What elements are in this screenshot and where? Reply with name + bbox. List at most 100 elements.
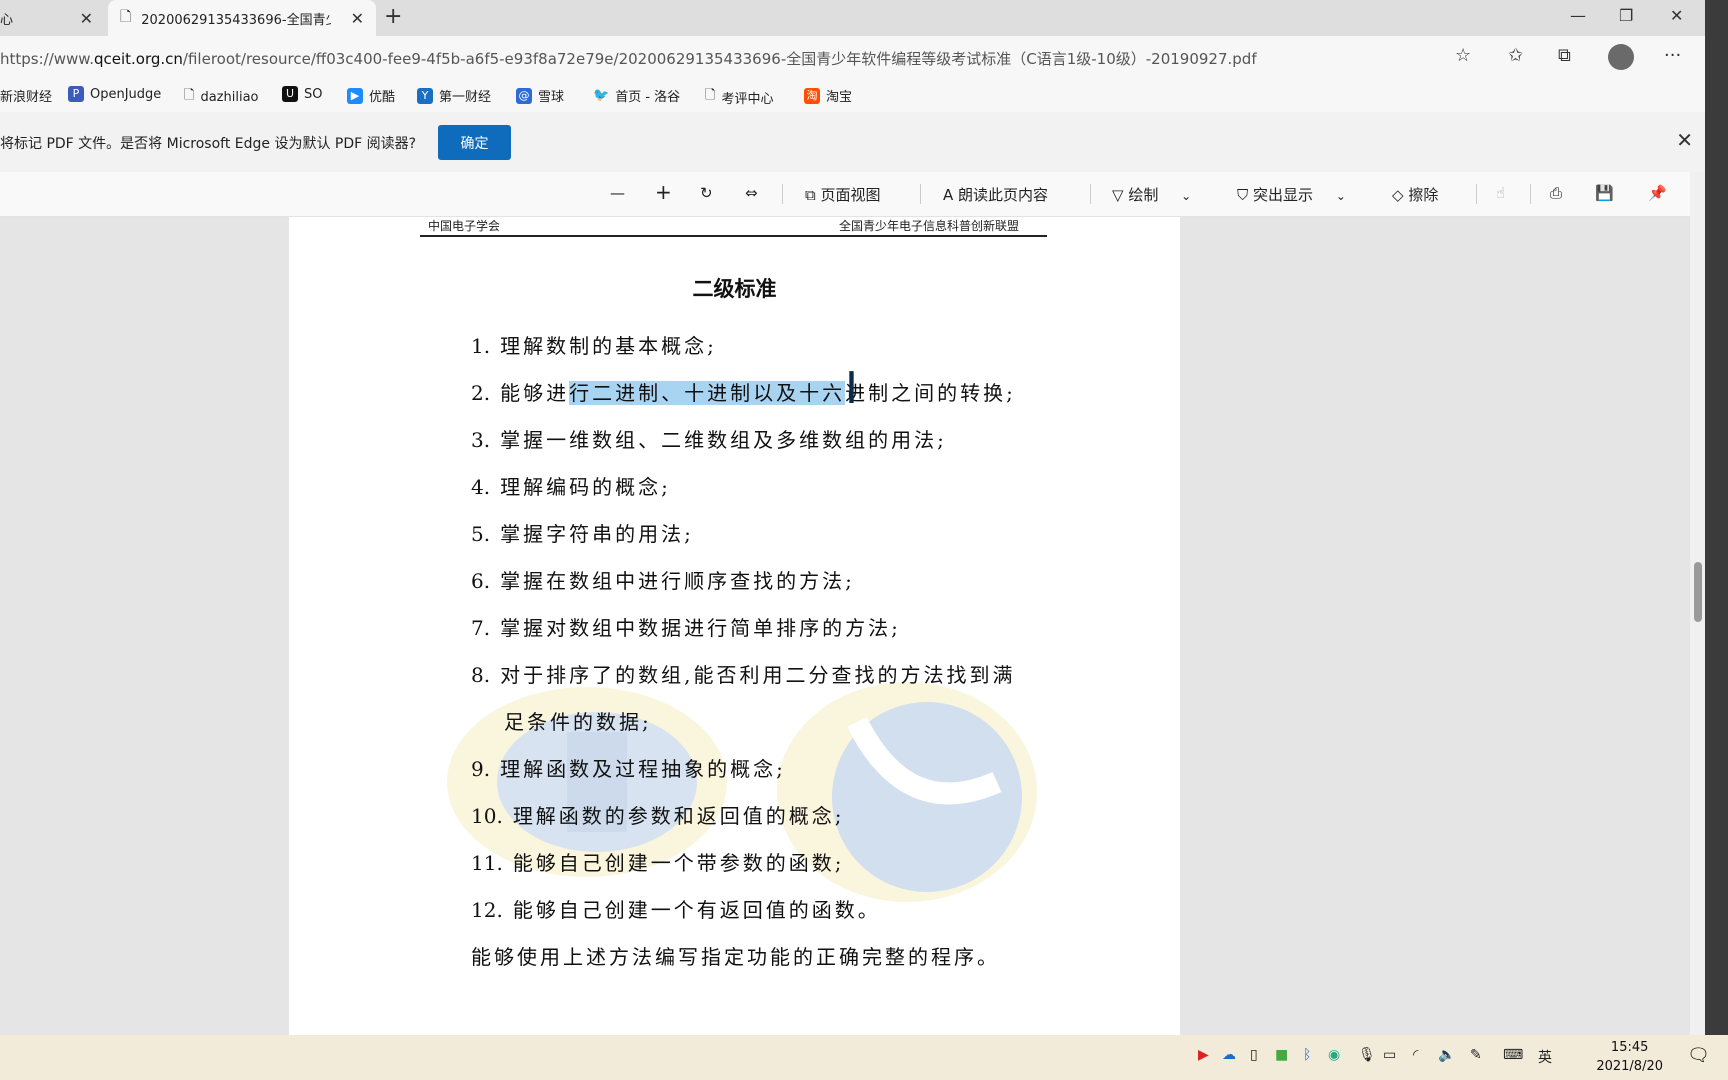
openjudge-icon: P: [68, 86, 84, 102]
so-icon: U: [282, 86, 298, 102]
window-close-button[interactable]: ✕: [1670, 6, 1683, 25]
taskbar: ▶ ☁ ▯ ■ ᛒ ◉ 🎙 ▭ ◜ 🔈 ✎ ⌨ 英 15:45 2021/8/2…: [0, 1035, 1728, 1080]
clock-time: 15:45: [1610, 1040, 1649, 1055]
confirm-button[interactable]: 确定: [438, 125, 511, 160]
fit-width-icon[interactable]: ⇔: [745, 184, 758, 202]
print-icon[interactable]: ⎙: [1550, 184, 1562, 202]
keyboard-icon[interactable]: ⌨: [1503, 1047, 1523, 1063]
wifi-icon[interactable]: ◜: [1413, 1047, 1418, 1063]
youku-icon: ▶: [347, 87, 363, 104]
draw-icon: ▽: [1112, 186, 1124, 204]
list-item: 3. 掌握一维数组、二维数组及多维数组的用法;: [471, 428, 947, 452]
app-icon[interactable]: ▶: [1198, 1047, 1209, 1063]
favorite-item[interactable]: 新浪财经: [0, 86, 52, 105]
new-tab-button[interactable]: +: [384, 4, 402, 29]
eraser-icon: ◇: [1392, 186, 1404, 204]
nvidia-icon[interactable]: ■: [1275, 1047, 1288, 1063]
more-icon[interactable]: ···: [1664, 45, 1681, 66]
volume-icon[interactable]: 🔈: [1438, 1047, 1455, 1063]
pen-icon[interactable]: ✎: [1470, 1047, 1482, 1063]
collections-icon[interactable]: ⧉: [1558, 45, 1571, 66]
ime-indicator[interactable]: 英: [1538, 1047, 1552, 1067]
favorite-item[interactable]: P OpenJudge: [68, 86, 161, 102]
xueqiu-icon: @: [516, 87, 532, 104]
read-aloud-button[interactable]: A 朗读此页内容: [943, 184, 1048, 205]
list-item: 12. 能够自己创建一个有返回值的函数。: [471, 898, 881, 922]
profile-avatar[interactable]: [1608, 44, 1634, 70]
highlight-button[interactable]: ⛉ 突出显示 ⌄: [1237, 184, 1346, 205]
list-item-continuation: 足条件的数据;: [504, 710, 652, 734]
read-aloud-icon: A: [943, 186, 954, 204]
list-item: 10. 理解函数的参数和返回值的概念;: [471, 804, 845, 828]
app-icon[interactable]: ☁: [1222, 1047, 1236, 1063]
close-icon[interactable]: ✕: [1676, 128, 1693, 152]
save-icon[interactable]: 💾: [1595, 184, 1614, 202]
rotate-icon[interactable]: ↻: [700, 184, 713, 202]
vertical-scrollbar[interactable]: [1690, 172, 1705, 1035]
pin-icon[interactable]: 📌: [1648, 184, 1667, 202]
taobao-icon: 淘: [804, 87, 820, 104]
page-view-icon: ⧉: [805, 186, 816, 204]
battery-icon[interactable]: ▭: [1383, 1047, 1396, 1063]
list-item: 2. 能够进行二进制、十进制以及十六进制之间的转换;: [471, 381, 1016, 405]
address-bar[interactable]: https://www.qceit.org.cn/fileroot/resour…: [0, 36, 1705, 78]
page-title: 二级标准: [692, 276, 777, 301]
chevron-down-icon[interactable]: ⌄: [1336, 189, 1346, 203]
page-view-button[interactable]: ⧉ 页面视图: [805, 184, 881, 205]
close-icon[interactable]: ✕: [351, 9, 364, 28]
draw-button[interactable]: ▽ 绘制 ⌄: [1112, 184, 1191, 205]
tab-active[interactable]: 🗋 20200629135433696-全国青少年 ✕: [108, 0, 376, 36]
tab-title: 心: [0, 12, 14, 28]
yicai-icon: Y: [417, 87, 433, 104]
url-text[interactable]: https://www.qceit.org.cn/fileroot/resour…: [0, 48, 1257, 69]
favorite-item[interactable]: 🐦 首页 - 洛谷: [593, 86, 680, 105]
usb-icon[interactable]: ▯: [1250, 1047, 1258, 1063]
list-item: 4. 理解编码的概念;: [471, 475, 671, 499]
document-icon: 🗋: [184, 88, 195, 103]
favorites-icon[interactable]: ✩: [1508, 45, 1523, 66]
microphone-icon[interactable]: 🎙: [1358, 1047, 1376, 1063]
favorite-item[interactable]: 淘淘宝: [804, 86, 852, 105]
erase-button[interactable]: ◇ 擦除: [1392, 184, 1438, 205]
text-selection: 行二进制、十进制以及十六: [569, 381, 846, 405]
list-item: 9. 理解函数及过程抽象的概念;: [471, 757, 786, 781]
favorite-item[interactable]: ▶ 优酷: [347, 86, 395, 105]
tab-inactive[interactable]: 心 ✕: [0, 0, 105, 36]
minimize-button[interactable]: —: [1570, 6, 1586, 25]
divider: [1090, 184, 1091, 204]
tab-title: 20200629135433696-全国青少年: [141, 12, 332, 28]
header-left: 中国电子学会: [428, 219, 501, 233]
touch-icon[interactable]: ☝: [1496, 184, 1505, 202]
clock[interactable]: 15:45 2021/8/20: [1596, 1038, 1663, 1076]
scrollbar-thumb[interactable]: [1694, 562, 1702, 622]
favorite-item[interactable]: 🗋 考评中心: [705, 86, 773, 108]
restore-button[interactable]: ❐: [1619, 6, 1633, 25]
favorites-bar: 新浪财经 P OpenJudge 🗋 dazhiliao U SO ▶ 优酷 Y 第一财经…: [0, 78, 1705, 113]
favorite-item[interactable]: Y 第一财经: [417, 86, 491, 105]
divider: [1476, 184, 1477, 204]
chevron-down-icon[interactable]: ⌄: [1181, 189, 1191, 203]
add-favorite-icon[interactable]: ☆: [1455, 45, 1471, 66]
notification-icon[interactable]: 🗨: [1687, 1045, 1710, 1066]
header-rule: [420, 235, 1047, 237]
tab-strip: 心 ✕ 🗋 20200629135433696-全国青少年 ✕ + — ❐ ✕: [0, 0, 1705, 36]
favorite-item[interactable]: U SO: [282, 86, 322, 102]
security-icon[interactable]: ◉: [1328, 1047, 1340, 1063]
favorite-item[interactable]: @ 雪球: [516, 86, 564, 105]
close-icon[interactable]: ✕: [80, 9, 93, 28]
favorite-item[interactable]: 🗋 dazhiliao: [184, 86, 259, 108]
default-pdf-infobar: 将标记 PDF 文件。是否将 Microsoft Edge 设为默认 PDF 阅…: [0, 112, 1705, 172]
screen-edge: [1705, 0, 1728, 1035]
clock-date: 2021/8/20: [1596, 1059, 1663, 1074]
divider: [1530, 184, 1531, 204]
luogu-icon: 🐦: [593, 88, 610, 103]
summary-text: 能够使用上述方法编写指定功能的正确完整的程序。: [471, 945, 1000, 969]
list-item: 11. 能够自己创建一个带参数的函数;: [471, 851, 845, 875]
zoom-in-icon[interactable]: +: [655, 180, 672, 204]
bluetooth-icon[interactable]: ᛒ: [1303, 1047, 1311, 1063]
highlight-icon: ⛉: [1237, 186, 1249, 204]
infobar-text: 将标记 PDF 文件。是否将 Microsoft Edge 设为默认 PDF 阅…: [0, 136, 417, 152]
pdf-page: 中国电子学会 全国青少年电子信息科普创新联盟 二级标准 1. 理解数制的基本概念;…: [289, 217, 1180, 1035]
zoom-out-icon[interactable]: —: [610, 184, 625, 202]
pdf-viewer[interactable]: 中国电子学会 全国青少年电子信息科普创新联盟 二级标准 1. 理解数制的基本概念;…: [0, 217, 1690, 1035]
